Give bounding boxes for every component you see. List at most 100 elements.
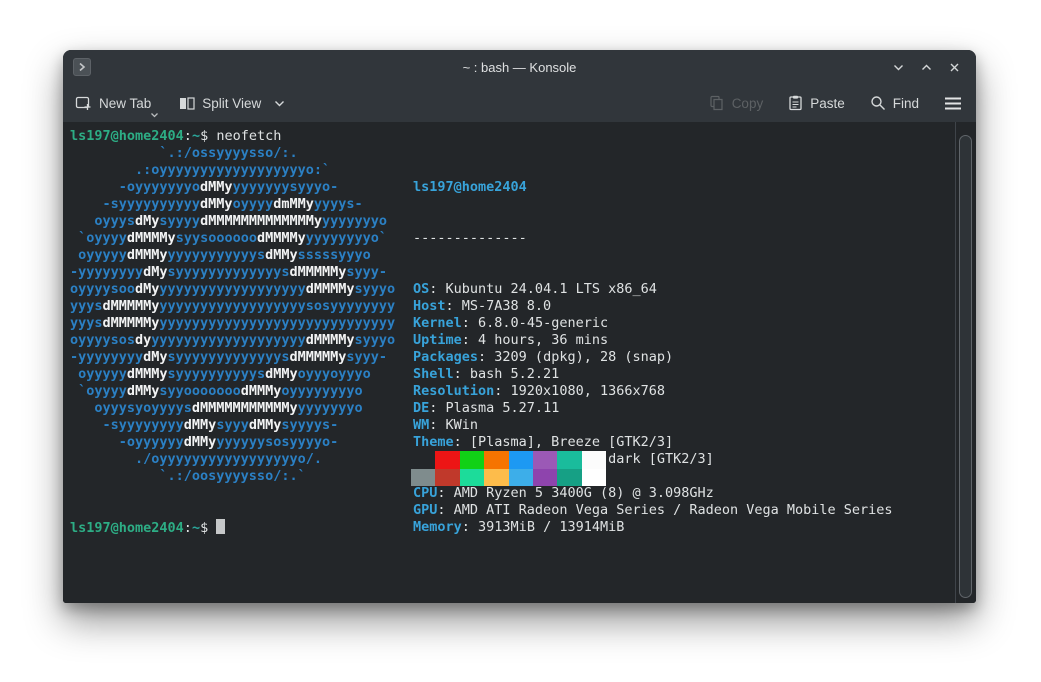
- copy-label: Copy: [732, 96, 764, 111]
- close-button[interactable]: [946, 59, 962, 75]
- color-swatch: [557, 469, 581, 487]
- paste-button[interactable]: Paste: [788, 95, 845, 111]
- chevron-down-icon: [274, 100, 285, 107]
- command-line: ls197@home2404:~$ neofetch: [70, 128, 281, 145]
- ascii-art-line: oyyyysoodMyyyyyyyyyyyyyyyyyyydMMMMysyyyo: [70, 281, 395, 298]
- window-controls: [890, 59, 966, 75]
- info-entry: GPU: AMD ATI Radeon Vega Series / Radeon…: [413, 502, 893, 519]
- color-swatch: [533, 469, 557, 487]
- search-icon: [870, 95, 886, 111]
- toolbar: New Tab Split View: [63, 84, 976, 122]
- info-entry: Memory: 3913MiB / 13914MiB: [413, 519, 893, 536]
- hamburger-icon: [944, 97, 962, 110]
- ascii-art-line: -syyyyyyyydMMysyyydMMysyyyys-: [70, 417, 395, 434]
- chevron-down-icon: [892, 61, 905, 74]
- prompt-path: ~: [192, 128, 200, 144]
- prompt-dollar: $: [200, 520, 216, 536]
- prompt-user-host: ls197@home2404: [70, 128, 184, 144]
- ascii-art-line: yyysdMMMMMyyyyyyyyyyyyyyyyyyysosyyyyyyyy: [70, 298, 395, 315]
- color-swatch: [484, 469, 508, 487]
- color-swatch: [460, 451, 484, 469]
- palette: [411, 451, 606, 486]
- ascii-art-line: oyyyyydMMMyyyyyyyyyyyysdMMysssssyyyo: [70, 247, 395, 264]
- ascii-art: `.:/ossyyyysso/:. .:oyyyyyyyyyyyyyyyyyyo…: [70, 145, 395, 485]
- maximize-button[interactable]: [918, 59, 934, 75]
- info-separator: --------------: [413, 230, 893, 247]
- ascii-art-line: -oyyyyyyyodMMyyyyyyyysyyyo-: [70, 179, 395, 196]
- split-view-button[interactable]: Split View: [179, 96, 285, 111]
- paste-icon: [788, 95, 803, 111]
- color-swatch: [509, 469, 533, 487]
- color-swatch: [435, 451, 459, 469]
- color-swatch: [411, 451, 435, 469]
- info-entries: OS: Kubuntu 24.04.1 LTS x86_64Host: MS-7…: [413, 281, 893, 536]
- chevron-up-icon: [920, 61, 933, 74]
- info-entry: DE: Plasma 5.27.11: [413, 400, 893, 417]
- split-view-icon: [179, 96, 195, 111]
- titlebar[interactable]: ~ : bash — Konsole: [63, 50, 976, 84]
- new-tab-button[interactable]: New Tab: [75, 95, 151, 111]
- info-entry: Host: MS-7A38 8.0: [413, 298, 893, 315]
- prompt-line: ls197@home2404:~$: [70, 519, 225, 537]
- ascii-art-line: `.:/oosyyyysso/:.`: [70, 468, 395, 485]
- scrollbar[interactable]: [955, 122, 976, 603]
- menu-button[interactable]: [944, 97, 962, 110]
- color-swatch: [460, 469, 484, 487]
- info-entry: Uptime: 4 hours, 36 mins: [413, 332, 893, 349]
- ascii-art-line: oyyyyydMMMysyyyyyyyyyysdMMyoyyyoyyyo: [70, 366, 395, 383]
- minimize-button[interactable]: [890, 59, 906, 75]
- color-swatch: [484, 451, 508, 469]
- toolbar-left-group: New Tab Split View: [75, 95, 285, 111]
- info-title: ls197@home2404: [413, 179, 893, 196]
- copy-icon: [709, 95, 725, 111]
- terminal-prompt-icon: [77, 62, 87, 72]
- terminal[interactable]: ls197@home2404:~$ neofetch `.:/ossyyyyss…: [63, 122, 976, 603]
- prompt-dollar: $: [200, 128, 216, 144]
- palette-row1: [411, 451, 606, 469]
- ascii-art-line: oyyysyoyyyysdMMMMMMMMMMMyyyyyyyyo: [70, 400, 395, 417]
- cursor-block: [216, 519, 225, 534]
- color-swatch: [509, 451, 533, 469]
- ascii-art-line: oyyyysosdyyyyyyyyyyyyyyyyyyyydMMMMysyyyo: [70, 332, 395, 349]
- scrollbar-thumb[interactable]: [959, 135, 972, 598]
- konsole-app-icon[interactable]: [73, 58, 91, 76]
- paste-label: Paste: [810, 96, 845, 111]
- color-swatch: [435, 469, 459, 487]
- info-panel: ls197@home2404 -------------- OS: Kubunt…: [413, 145, 893, 570]
- color-swatch: [557, 451, 581, 469]
- find-button[interactable]: Find: [870, 95, 919, 111]
- split-view-label: Split View: [202, 96, 261, 111]
- palette-row2: [411, 469, 606, 487]
- prompt-colon: :: [184, 128, 192, 144]
- info-entry: Theme: [Plasma], Breeze [GTK2/3]: [413, 434, 893, 451]
- info-entry: CPU: AMD Ryzen 5 3400G (8) @ 3.098GHz: [413, 485, 893, 502]
- new-tab-icon: [75, 95, 92, 111]
- color-swatch: [533, 451, 557, 469]
- ascii-art-line: -syyyyyyyyyydMMyoyyyydmMMyyyyys-: [70, 196, 395, 213]
- ascii-art-line: -yyyyyyyydMysyyyyyyyyyyyyysdMMMMMysyyy-: [70, 264, 395, 281]
- ascii-art-line: `oyyyydMMysyyooooooodMMMyoyyyyyyyyo: [70, 383, 395, 400]
- color-swatch: [582, 469, 606, 487]
- close-icon: [948, 61, 961, 74]
- info-entry: Shell: bash 5.2.21: [413, 366, 893, 383]
- info-entry: Resolution: 1920x1080, 1366x768: [413, 383, 893, 400]
- ascii-art-line: ./oyyyyyyyyyyyyyyyyyo/.: [70, 451, 395, 468]
- ascii-art-line: yyysdMMMMMyyyyyyyyyyyyyyyyyyyyyyyyyyyyyy: [70, 315, 395, 332]
- chevron-down-icon: [150, 112, 159, 118]
- prompt-path: ~: [192, 520, 200, 536]
- konsole-window: ~ : bash — Konsole: [63, 50, 976, 603]
- color-swatch: [582, 451, 606, 469]
- color-swatch: [411, 469, 435, 487]
- toolbar-right-group: Copy Paste Find: [709, 95, 962, 111]
- prompt-user-host: ls197@home2404: [70, 520, 184, 536]
- window-title: ~ : bash — Konsole: [63, 60, 976, 75]
- info-entry: OS: Kubuntu 24.04.1 LTS x86_64: [413, 281, 893, 298]
- ascii-art-line: .:oyyyyyyyyyyyyyyyyyyo:`: [70, 162, 395, 179]
- ascii-art-line: oyyysdMysyyyydMMMMMMMMMMMMMyyyyyyyyo: [70, 213, 395, 230]
- prompt-colon: :: [184, 520, 192, 536]
- info-entry: Packages: 3209 (dpkg), 28 (snap): [413, 349, 893, 366]
- new-tab-label: New Tab: [99, 96, 151, 111]
- desktop-background: ~ : bash — Konsole: [0, 0, 1041, 682]
- ascii-art-line: `oyyyydMMMMysyysoooooodMMMMyyyyyyyyyo`: [70, 230, 395, 247]
- copy-button[interactable]: Copy: [709, 95, 764, 111]
